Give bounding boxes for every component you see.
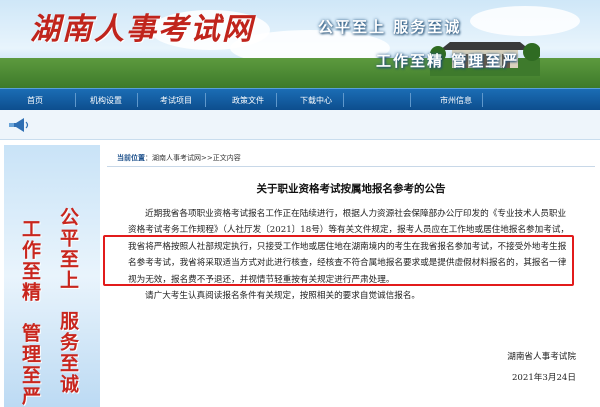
breadcrumb: 当前位置：湖南人事考试网>>正文内容 [117, 153, 241, 163]
slogan-top: 公平至上 服务至诚 [318, 18, 462, 36]
signature-date: 2021年3月24日 [511, 373, 576, 383]
nav-divider [343, 93, 344, 107]
nav-home[interactable]: 首页 [27, 95, 43, 106]
ad-slogan-col2: 工作至精 [19, 219, 41, 303]
ad-slogan-col4: 管理至严 [19, 323, 41, 407]
megaphone-icon [9, 118, 29, 132]
nav-exam-projects[interactable]: 考试项目 [160, 95, 192, 106]
header-banner: 湖南人事考试网 公平至上 服务至诚 工作至精 管理至严 [0, 0, 600, 88]
nav-divider [410, 93, 411, 107]
main-nav: 首页 机构设置 考试项目 政策文件 下载中心 市州信息 [0, 88, 600, 110]
ad-slogan-col1: 公平至上 [57, 207, 79, 291]
breadcrumb-separator: ： [145, 154, 152, 162]
signature-org: 湖南省人事考试院 [507, 352, 576, 362]
site-logo-title[interactable]: 湖南人事考试网 [30, 4, 254, 48]
nav-divider [276, 93, 277, 107]
highlight-annotation-box [103, 235, 574, 286]
nav-divider [482, 93, 483, 107]
article-title: 关于职业资格考试按属地报名参考的公告 [256, 183, 446, 195]
breadcrumb-label: 当前位置 [117, 154, 145, 162]
nav-divider [205, 93, 206, 107]
nav-download-center[interactable]: 下载中心 [300, 95, 332, 106]
nav-city-info[interactable]: 市州信息 [440, 95, 472, 106]
article-paragraph: 请广大考生认真阅读报名条件有关规定，按照相关的要求自觉诚信报名。 [145, 291, 421, 302]
breadcrumb-divider [107, 166, 595, 167]
side-banner-ad[interactable]: 公平至上 工作至精 服务至诚 管理至严 [4, 145, 100, 407]
ad-slogan-col3: 服务至诚 [57, 311, 79, 395]
nav-organization[interactable]: 机构设置 [90, 95, 122, 106]
nav-divider [137, 93, 138, 107]
nav-policy-files[interactable]: 政策文件 [232, 95, 264, 106]
breadcrumb-path[interactable]: 湖南人事考试网>>正文内容 [152, 154, 241, 162]
notice-bar [0, 110, 600, 140]
nav-divider [75, 93, 76, 107]
slogan-bottom: 工作至精 管理至严 [376, 52, 520, 70]
